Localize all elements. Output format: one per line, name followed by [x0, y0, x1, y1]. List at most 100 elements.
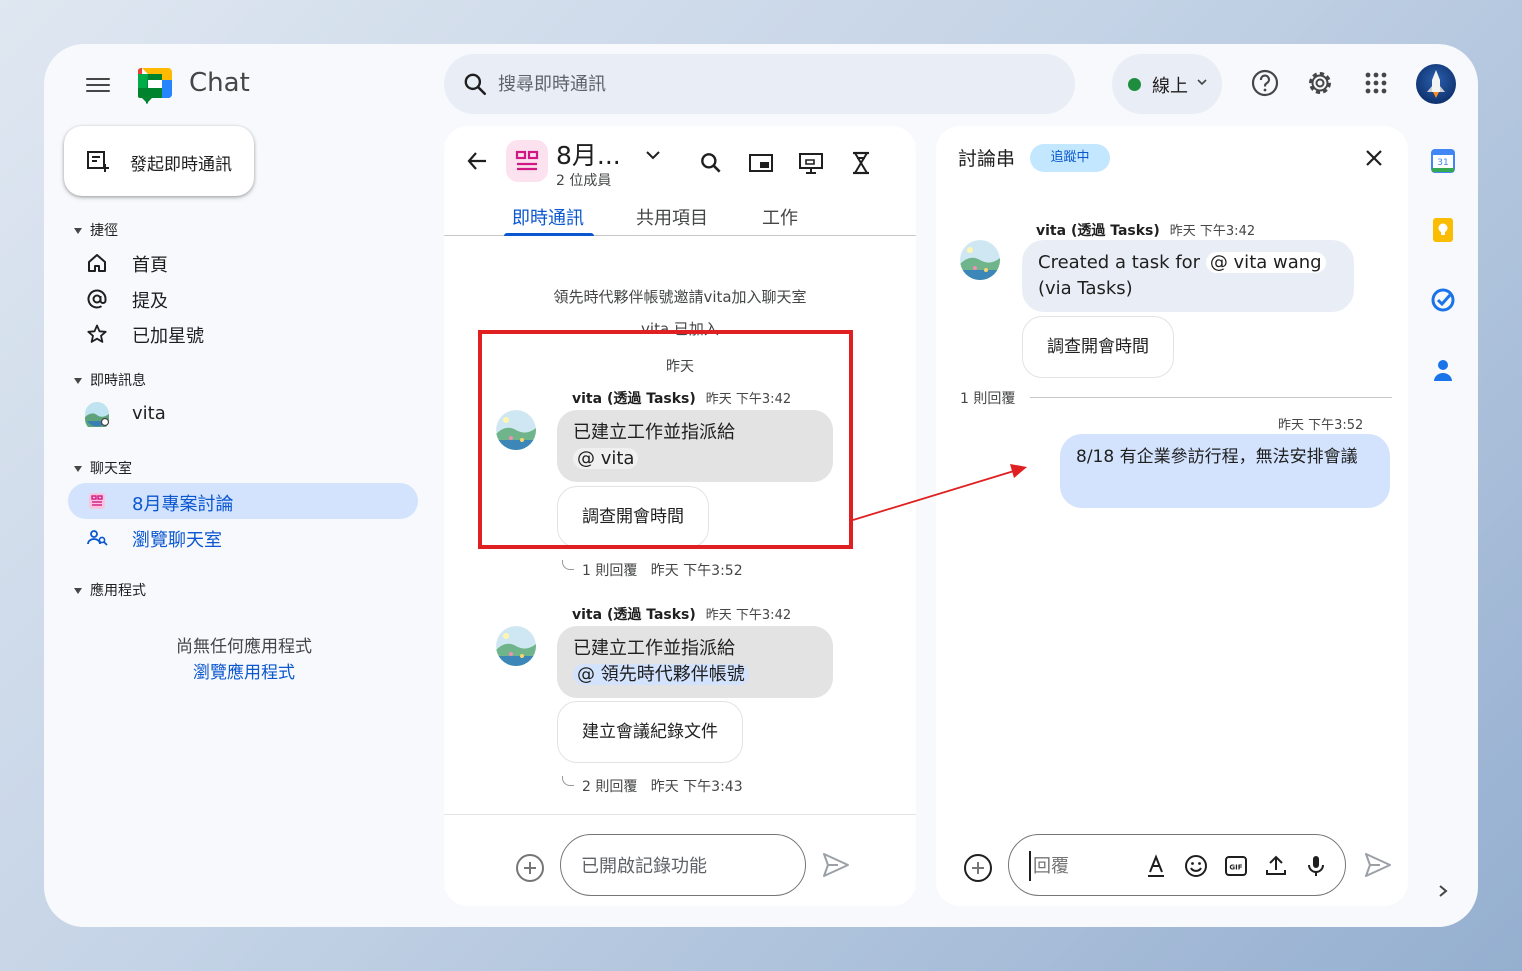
dm-title: 即時訊息 [90, 373, 146, 389]
sidebar-item-browse-rooms[interactable]: 瀏覽聊天室 [68, 519, 418, 555]
calendar-icon[interactable]: 31 [1430, 148, 1456, 174]
caret-down-icon [74, 378, 82, 384]
system-message: 領先時代夥伴帳號邀請vita加入聊天室 [553, 288, 807, 306]
sender-name: vita (透過 Tasks) [572, 607, 696, 623]
sidebar-item-label: 已加星號 [132, 326, 204, 347]
upload-icon[interactable] [1263, 853, 1289, 879]
avatar[interactable] [960, 240, 1000, 280]
message-bubble[interactable]: 已建立工作並指派給 @ 領先時代夥伴帳號 [557, 626, 833, 698]
gif-icon[interactable]: GIF [1223, 853, 1249, 879]
hourglass-icon[interactable] [848, 150, 874, 176]
add-attachment-icon[interactable] [964, 854, 992, 882]
gear-icon[interactable] [1305, 68, 1335, 98]
sidebar-item-label: 瀏覽聊天室 [132, 530, 222, 551]
sidebar-item-home[interactable]: 首頁 [68, 244, 418, 280]
thread-panel: 討論串 追蹤中 vita (透過 Tasks) 昨天 下午3:42 Created… [936, 126, 1408, 906]
text-format-icon[interactable] [1143, 853, 1169, 879]
rooms-section-toggle[interactable]: 聊天室 [74, 458, 132, 478]
room-avatar-icon [506, 140, 548, 182]
send-icon[interactable] [1364, 852, 1392, 878]
status-selector[interactable]: 線上 [1112, 54, 1222, 114]
google-chat-logo [138, 67, 172, 104]
tab-chat[interactable]: 即時通訊 [512, 204, 584, 230]
send-icon[interactable] [822, 852, 850, 878]
emoji-icon[interactable] [1183, 853, 1209, 879]
shortcuts-title: 捷徑 [90, 223, 118, 239]
chevron-right-icon[interactable] [1436, 884, 1450, 898]
avatar[interactable] [496, 626, 536, 666]
svg-text:GIF: GIF [1229, 864, 1242, 872]
following-badge[interactable]: 追蹤中 [1030, 144, 1110, 172]
reply-divider [1030, 397, 1392, 398]
message-sender: vita (透過 Tasks) 昨天 下午3:42 [1036, 220, 1255, 240]
reply-count: 2 則回覆 [582, 779, 638, 795]
account-avatar[interactable] [1416, 64, 1456, 104]
meet-present-icon[interactable] [798, 150, 824, 176]
caret-down-icon [74, 228, 82, 234]
keep-icon[interactable] [1430, 217, 1456, 243]
tab-tasks[interactable]: 工作 [762, 204, 798, 230]
room-title[interactable]: 8月... [556, 136, 621, 172]
chevron-down-icon [1197, 79, 1207, 86]
mention-chip[interactable]: @ vita wang [1205, 252, 1326, 273]
sidebar-item-mentions[interactable]: 提及 [68, 280, 418, 316]
new-chat-button[interactable]: 發起即時通訊 [64, 126, 254, 196]
avatar [85, 402, 110, 427]
browse-rooms-icon [87, 530, 108, 546]
tab-shared[interactable]: 共用項目 [636, 204, 708, 230]
message-compose[interactable] [560, 834, 806, 896]
message-text: Created a task for [1038, 252, 1201, 273]
thread-original-bubble[interactable]: Created a task for @ vita wang (via Task… [1022, 240, 1354, 312]
close-icon[interactable] [1364, 148, 1384, 168]
chevron-down-icon[interactable] [644, 146, 662, 164]
dm-section-toggle[interactable]: 即時訊息 [74, 370, 146, 390]
star-icon [87, 324, 107, 343]
contacts-icon[interactable] [1430, 357, 1456, 383]
add-attachment-icon[interactable] [516, 854, 544, 882]
message-text: (via Tasks) [1038, 278, 1133, 299]
task-chip[interactable]: 調查開會時間 [1022, 316, 1174, 378]
new-chat-label: 發起即時通訊 [130, 155, 232, 175]
tasks-icon[interactable] [1430, 287, 1456, 313]
apps-section-toggle[interactable]: 應用程式 [74, 580, 146, 600]
my-reply-bubble[interactable]: 8/18 有企業參訪行程，無法安排會議 [1060, 434, 1390, 508]
apps-title: 應用程式 [90, 583, 146, 599]
apps-grid-icon[interactable] [1361, 68, 1391, 98]
mention-chip[interactable]: @ 領先時代夥伴帳號 [573, 664, 749, 685]
sidebar-item-dm-vita[interactable]: vita [68, 396, 418, 432]
thread-reply-summary[interactable]: 1 則回覆 昨天 下午3:52 [562, 560, 743, 580]
shortcuts-section-toggle[interactable]: 捷徑 [74, 220, 118, 240]
pop-out-icon[interactable] [748, 150, 774, 176]
main-menu-icon[interactable] [86, 74, 110, 94]
help-icon[interactable] [1250, 68, 1280, 98]
thread-compose[interactable]: GIF [1008, 834, 1346, 896]
sidebar-item-starred[interactable]: 已加星號 [68, 315, 418, 351]
online-status-icon [1128, 78, 1141, 91]
back-arrow-icon[interactable] [466, 150, 488, 172]
browse-apps-link[interactable]: 瀏覽應用程式 [44, 658, 444, 683]
reply-count: 1 則回覆 [960, 391, 1016, 407]
microphone-icon[interactable] [1303, 853, 1329, 879]
task-chip[interactable]: 建立會議紀錄文件 [557, 701, 743, 763]
message-sender: vita (透過 Tasks) 昨天 下午3:42 [572, 604, 791, 624]
caret-down-icon [74, 466, 82, 472]
search-icon[interactable] [698, 150, 724, 176]
reply-time: 昨天 下午3:52 [650, 563, 743, 579]
reply-input[interactable] [1029, 851, 1129, 881]
search-icon [464, 73, 487, 96]
sidebar-item-room-august[interactable]: 8月專案討論 [68, 483, 418, 519]
thread-curve-icon [562, 776, 574, 786]
message-time: 昨天 下午3:52 [1278, 418, 1364, 433]
thread-reply-summary[interactable]: 2 則回覆 昨天 下午3:43 [562, 776, 743, 796]
new-chat-icon [87, 151, 109, 172]
no-apps-text: 尚無任何應用程式 [176, 637, 312, 657]
status-label: 線上 [1152, 76, 1188, 97]
search-bar[interactable] [444, 54, 1075, 114]
thread-panel-title: 討論串 [958, 148, 1016, 170]
message-text: 已建立工作並指派給 [573, 638, 735, 659]
sidebar-item-label: 首頁 [132, 255, 168, 276]
app-name: Chat [189, 68, 250, 98]
search-input[interactable] [498, 68, 1038, 100]
sidebar-item-label: 提及 [132, 291, 168, 312]
message-input[interactable] [581, 851, 781, 881]
